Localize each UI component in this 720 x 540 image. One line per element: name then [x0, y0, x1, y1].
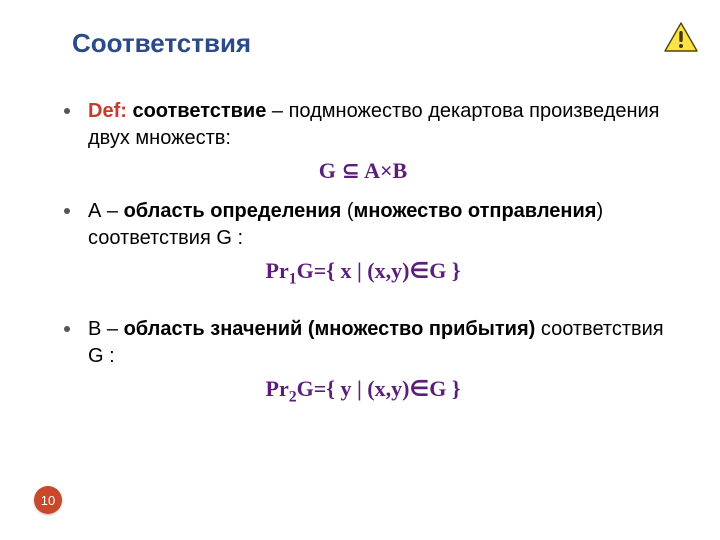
slide: Соответствия Def: соответствие – подмнож… — [0, 0, 720, 540]
formula-subset: G ⊆ A×B — [58, 158, 668, 184]
slide-title: Соответствия — [72, 28, 251, 59]
def-term: соответствие — [127, 100, 266, 122]
formula-pr1: Pr1G={ x | (x,y)∈G } — [58, 258, 668, 284]
list-item: А – область определения (множество отпра… — [58, 198, 668, 252]
page-number-badge: 10 — [34, 486, 62, 514]
def-label: Def: — [88, 100, 127, 122]
formula-pr2: Pr2G={ y | (x,y)∈G } — [58, 376, 668, 402]
page-number: 10 — [41, 493, 55, 508]
list-item: Def: соответствие – подмножество декарто… — [58, 98, 668, 152]
content-list: Def: соответствие – подмножество декарто… — [58, 98, 668, 416]
warning-icon — [664, 22, 698, 52]
list-item: В – область значений (множество прибытия… — [58, 316, 668, 370]
